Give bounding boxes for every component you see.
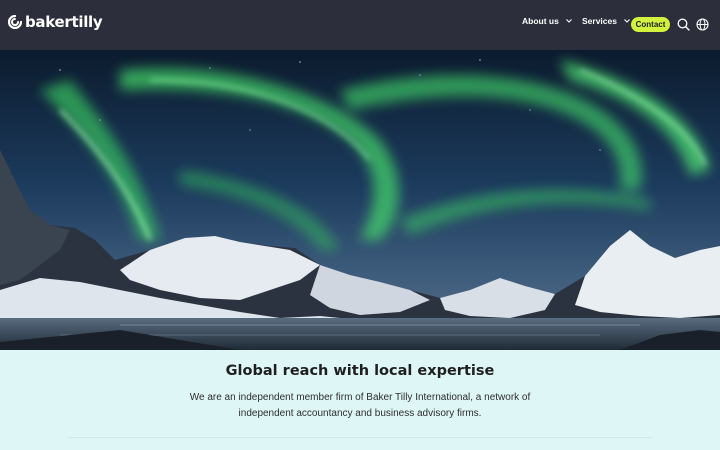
chevron-down-icon: [565, 19, 572, 23]
intro-description: We are an independent member firm of Bak…: [189, 392, 531, 419]
hero-image: [0, 50, 720, 350]
nav-services-label: Services: [582, 16, 617, 26]
logo-text: bakertilly: [25, 13, 103, 31]
chevron-down-icon: [624, 19, 630, 23]
nav-about-label: About us: [522, 16, 559, 26]
nav-about-us[interactable]: About us: [522, 16, 572, 26]
logo-mark-icon: [8, 15, 22, 29]
nav-services[interactable]: Services: [582, 16, 630, 26]
globe-icon[interactable]: [696, 18, 709, 31]
site-header: bakertilly About us Services Contact: [0, 0, 720, 50]
intro-section: Global reach with local expertise We are…: [0, 350, 720, 450]
bakertilly-logo[interactable]: bakertilly: [8, 11, 103, 33]
contact-button[interactable]: Contact: [631, 17, 670, 32]
search-icon[interactable]: [677, 18, 690, 31]
section-divider: [68, 437, 652, 438]
page-headline: Global reach with local expertise: [225, 363, 495, 379]
aurora-landscape-image: [0, 50, 720, 350]
